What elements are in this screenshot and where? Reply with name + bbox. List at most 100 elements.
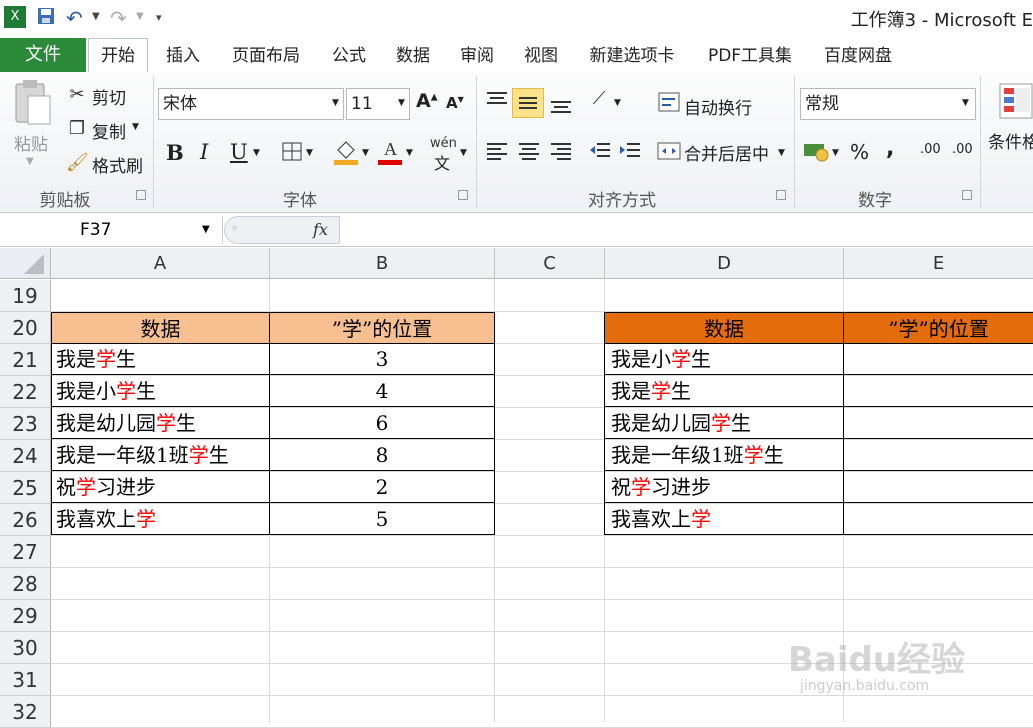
conditional-formatting-button[interactable]: 条件格 [988, 128, 1033, 153]
row-header[interactable]: 23 [0, 408, 51, 440]
redo-icon[interactable]: ↷ [110, 6, 134, 30]
fill-color-icon[interactable] [332, 136, 360, 166]
currency-dropdown-icon[interactable]: ▼ [832, 148, 839, 158]
table1-position-cell[interactable]: 6 [269, 407, 495, 439]
redo-dropdown-icon[interactable]: ▼ [136, 6, 146, 28]
increase-decimal-button[interactable]: .00 [920, 142, 941, 157]
formula-input[interactable] [342, 216, 1033, 244]
table1-position-cell[interactable]: 5 [269, 503, 495, 535]
table2-position-cell[interactable] [843, 407, 1033, 439]
merge-dropdown-icon[interactable]: ▼ [778, 148, 785, 158]
row-header[interactable]: 25 [0, 472, 51, 504]
insert-function-button[interactable]: fx [313, 220, 328, 239]
font-name-dropdown-icon[interactable]: ▼ [332, 98, 339, 108]
font-color-dropdown-icon[interactable]: ▼ [406, 148, 413, 158]
tab-home[interactable]: 开始 [88, 38, 148, 73]
increase-indent-icon[interactable] [618, 140, 642, 167]
table1-data-cell[interactable]: 我喜欢上学 [51, 503, 270, 535]
table2-data-cell[interactable]: 我是一年级1班学生 [604, 439, 844, 471]
merge-center-button[interactable]: 合并后居中 [684, 140, 769, 165]
table2-position-cell[interactable] [843, 503, 1033, 535]
clipboard-launcher-icon[interactable] [136, 190, 146, 200]
tab-view[interactable]: 视图 [518, 42, 564, 70]
table2-position-cell[interactable] [843, 375, 1033, 407]
undo-dropdown-icon[interactable]: ▼ [92, 6, 102, 28]
currency-icon[interactable] [802, 138, 830, 169]
align-right-icon[interactable] [548, 140, 574, 167]
copy-dropdown-icon[interactable]: ▼ [132, 122, 139, 132]
align-center-icon[interactable] [516, 140, 542, 167]
row-header[interactable]: 22 [0, 376, 51, 408]
decrease-indent-icon[interactable] [588, 140, 612, 167]
phonetic-button[interactable]: wén [430, 136, 457, 151]
column-header-d[interactable]: D [605, 248, 844, 279]
table1-data-cell[interactable]: 我是学生 [51, 343, 270, 375]
format-painter-button[interactable]: 格式刷 [92, 152, 143, 177]
table1-position-cell[interactable]: 2 [269, 471, 495, 503]
table1-header-data[interactable]: 数据 [51, 312, 270, 344]
tab-new[interactable]: 新建选项卡 [582, 42, 682, 70]
table1-position-cell[interactable]: 3 [269, 343, 495, 375]
tab-page-layout[interactable]: 页面布局 [224, 42, 308, 70]
row-header[interactable]: 31 [0, 664, 51, 696]
row-header[interactable]: 29 [0, 600, 51, 632]
undo-icon[interactable]: ↶ [66, 6, 90, 30]
table1-position-cell[interactable]: 4 [269, 375, 495, 407]
table1-data-cell[interactable]: 祝学习进步 [51, 471, 270, 503]
column-header-e[interactable]: E [844, 248, 1033, 279]
table2-header-position[interactable]: ”学”的位置 [843, 312, 1033, 344]
save-icon[interactable] [36, 6, 58, 28]
fill-color-dropdown-icon[interactable]: ▼ [362, 148, 369, 158]
font-name-select[interactable]: 宋体 [158, 88, 344, 120]
table1-header-position[interactable]: ”学”的位置 [269, 312, 495, 344]
font-color-icon[interactable]: A [376, 136, 404, 166]
font-launcher-icon[interactable] [458, 190, 468, 200]
format-painter-icon[interactable]: 🖌 [66, 152, 89, 173]
phonetic-dropdown-icon[interactable]: ▼ [460, 148, 467, 158]
formula-collapse-icon[interactable]: ◦ [231, 221, 238, 235]
align-top-icon[interactable] [484, 88, 510, 117]
row-header[interactable]: 21 [0, 344, 51, 376]
row-header[interactable]: 20 [0, 312, 51, 344]
table1-data-cell[interactable]: 我是小学生 [51, 375, 270, 407]
row-header[interactable]: 30 [0, 632, 51, 664]
column-header-c[interactable]: C [495, 248, 605, 279]
orientation-icon[interactable]: ⟋ [586, 88, 612, 109]
conditional-formatting-icon[interactable] [996, 80, 1033, 124]
font-size-dropdown-icon[interactable]: ▼ [398, 98, 405, 108]
table2-position-cell[interactable] [843, 439, 1033, 471]
copy-icon[interactable]: ❐ [66, 118, 88, 139]
paste-button[interactable]: 粘贴 [14, 130, 48, 155]
tab-file[interactable]: 文件 [0, 38, 86, 72]
table2-header-data[interactable]: 数据 [604, 312, 844, 344]
table2-position-cell[interactable] [843, 343, 1033, 375]
alignment-launcher-icon[interactable] [776, 190, 786, 200]
scissors-icon[interactable]: ✂ [66, 84, 88, 105]
tab-data[interactable]: 数据 [390, 42, 436, 70]
decrease-decimal-button[interactable]: .00 [952, 142, 973, 157]
tab-insert[interactable]: 插入 [160, 42, 206, 70]
tab-pdf-tools[interactable]: PDF工具集 [700, 42, 800, 70]
row-header[interactable]: 32 [0, 696, 51, 728]
paste-icon[interactable] [10, 78, 54, 128]
align-middle-icon[interactable] [512, 88, 544, 118]
table2-data-cell[interactable]: 我是学生 [604, 375, 844, 407]
column-header-a[interactable]: A [51, 248, 270, 279]
percent-button[interactable]: % [850, 140, 869, 164]
align-left-icon[interactable] [484, 140, 510, 167]
table2-data-cell[interactable]: 我是小学生 [604, 343, 844, 375]
row-header[interactable]: 27 [0, 536, 51, 568]
row-header[interactable]: 26 [0, 504, 51, 536]
merge-center-icon[interactable] [656, 140, 682, 167]
number-format-dropdown-icon[interactable]: ▼ [962, 98, 969, 108]
copy-button[interactable]: 复制 [92, 118, 126, 143]
tab-baidu-netdisk[interactable]: 百度网盘 [816, 42, 900, 70]
table2-data-cell[interactable]: 我喜欢上学 [604, 503, 844, 535]
underline-button[interactable]: U [230, 140, 248, 164]
number-launcher-icon[interactable] [962, 190, 972, 200]
wrap-text-icon[interactable] [656, 90, 682, 119]
grow-font-icon[interactable]: A▲ [416, 90, 438, 112]
table2-data-cell[interactable]: 祝学习进步 [604, 471, 844, 503]
cut-button[interactable]: 剪切 [92, 84, 126, 109]
table2-data-cell[interactable]: 我是幼儿园学生 [604, 407, 844, 439]
